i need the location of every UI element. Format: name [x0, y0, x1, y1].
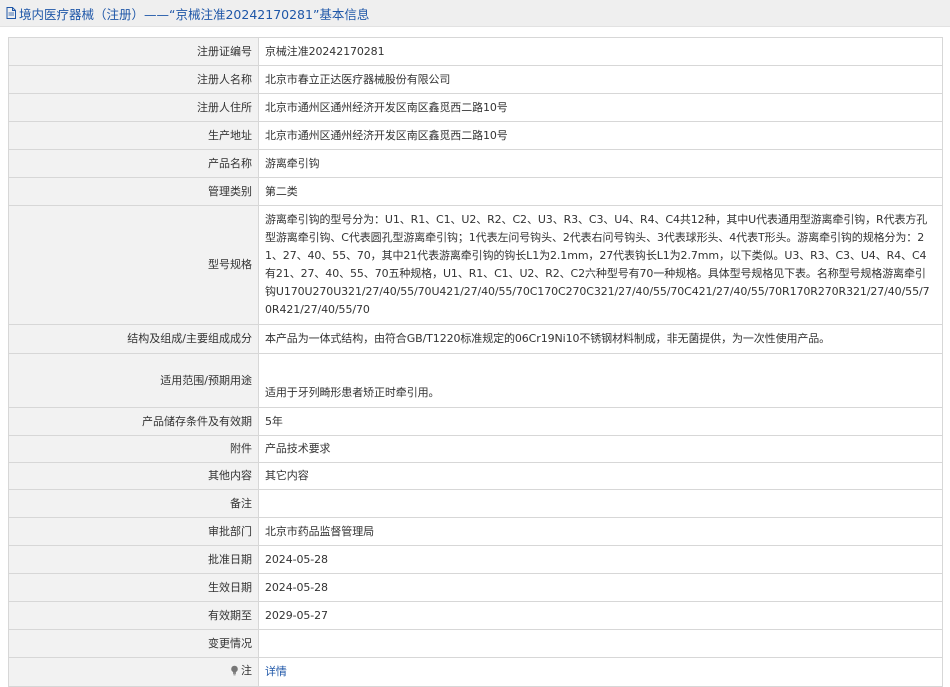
row-value: 第二类: [258, 177, 943, 206]
row-value: 游离牵引钩: [258, 149, 943, 178]
table-row: 其他内容 其它内容: [8, 462, 943, 490]
table-row: 变更情况: [8, 629, 943, 658]
table-row: 备注: [8, 489, 943, 518]
table-row: 批准日期 2024-05-28: [8, 545, 943, 574]
table-row: 注册证编号 京械注准20242170281: [8, 37, 943, 66]
row-label: 注册证编号: [8, 37, 259, 66]
page-header: 境内医疗器械（注册）——“京械注准20242170281”基本信息: [0, 0, 950, 27]
note-value: 详情: [258, 657, 943, 687]
row-value: 产品技术要求: [258, 435, 943, 463]
table-row: 产品名称 游离牵引钩: [8, 149, 943, 178]
row-label: 附件: [8, 435, 259, 463]
detail-link[interactable]: 详情: [265, 665, 287, 678]
row-label: 其他内容: [8, 462, 259, 490]
row-value: 适用于牙列畸形患者矫正时牵引用。: [258, 353, 943, 408]
table-row: 管理类别 第二类: [8, 177, 943, 206]
row-label: 生产地址: [8, 121, 259, 150]
lightbulb-icon: [231, 665, 238, 676]
table-row: 生产地址 北京市通州区通州经济开发区南区鑫觅西二路10号: [8, 121, 943, 150]
row-label: 有效期至: [8, 601, 259, 630]
table-row: 注册人住所 北京市通州区通州经济开发区南区鑫觅西二路10号: [8, 93, 943, 122]
row-value: [258, 629, 943, 658]
note-label-text: 注: [241, 663, 252, 677]
info-table: 注册证编号 京械注准20242170281 注册人名称 北京市春立正达医疗器械股…: [8, 37, 943, 687]
row-label: 注册人住所: [8, 93, 259, 122]
row-label: 产品储存条件及有效期: [8, 407, 259, 436]
document-icon: [6, 7, 16, 19]
table-row: 结构及组成/主要组成成分 本产品为一体式结构，由符合GB/T1220标准规定的0…: [8, 324, 943, 354]
table-row: 审批部门 北京市药品监督管理局: [8, 517, 943, 546]
table-row: 适用范围/预期用途 适用于牙列畸形患者矫正时牵引用。: [8, 353, 943, 408]
note-label: 注: [230, 662, 252, 680]
row-value: 5年: [258, 407, 943, 436]
row-label: 型号规格: [8, 205, 259, 325]
row-label: 产品名称: [8, 149, 259, 178]
row-value: 游离牵引钩的型号分为：U1、R1、C1、U2、R2、C2、U3、R3、C3、U4…: [258, 205, 943, 325]
row-value: 其它内容: [258, 462, 943, 490]
row-value: 2029-05-27: [258, 601, 943, 630]
row-value: 北京市通州区通州经济开发区南区鑫觅西二路10号: [258, 121, 943, 150]
row-value: [258, 489, 943, 518]
row-value: 2024-05-28: [258, 573, 943, 602]
row-label: 审批部门: [8, 517, 259, 546]
table-row: 生效日期 2024-05-28: [8, 573, 943, 602]
row-label: 备注: [8, 489, 259, 518]
row-value: 本产品为一体式结构，由符合GB/T1220标准规定的06Cr19Ni10不锈钢材…: [258, 324, 943, 354]
row-value: 北京市春立正达医疗器械股份有限公司: [258, 65, 943, 94]
row-label: 管理类别: [8, 177, 259, 206]
row-label: 适用范围/预期用途: [8, 353, 259, 408]
table-row: 附件 产品技术要求: [8, 435, 943, 463]
row-value: 北京市药品监督管理局: [258, 517, 943, 546]
note-label-cell: 注: [8, 657, 259, 687]
table-row: 有效期至 2029-05-27: [8, 601, 943, 630]
table-row: 型号规格 游离牵引钩的型号分为：U1、R1、C1、U2、R2、C2、U3、R3、…: [8, 205, 943, 325]
row-label: 注册人名称: [8, 65, 259, 94]
row-value: 北京市通州区通州经济开发区南区鑫觅西二路10号: [258, 93, 943, 122]
table-row: 产品储存条件及有效期 5年: [8, 407, 943, 436]
row-label: 生效日期: [8, 573, 259, 602]
row-label: 变更情况: [8, 629, 259, 658]
table-row: 注册人名称 北京市春立正达医疗器械股份有限公司: [8, 65, 943, 94]
table-row-note: 注 详情: [8, 657, 943, 687]
page-title: 境内医疗器械（注册）——“京械注准20242170281”基本信息: [19, 6, 370, 22]
row-value: 2024-05-28: [258, 545, 943, 574]
row-label: 批准日期: [8, 545, 259, 574]
row-label: 结构及组成/主要组成成分: [8, 324, 259, 354]
row-value: 京械注准20242170281: [258, 37, 943, 66]
